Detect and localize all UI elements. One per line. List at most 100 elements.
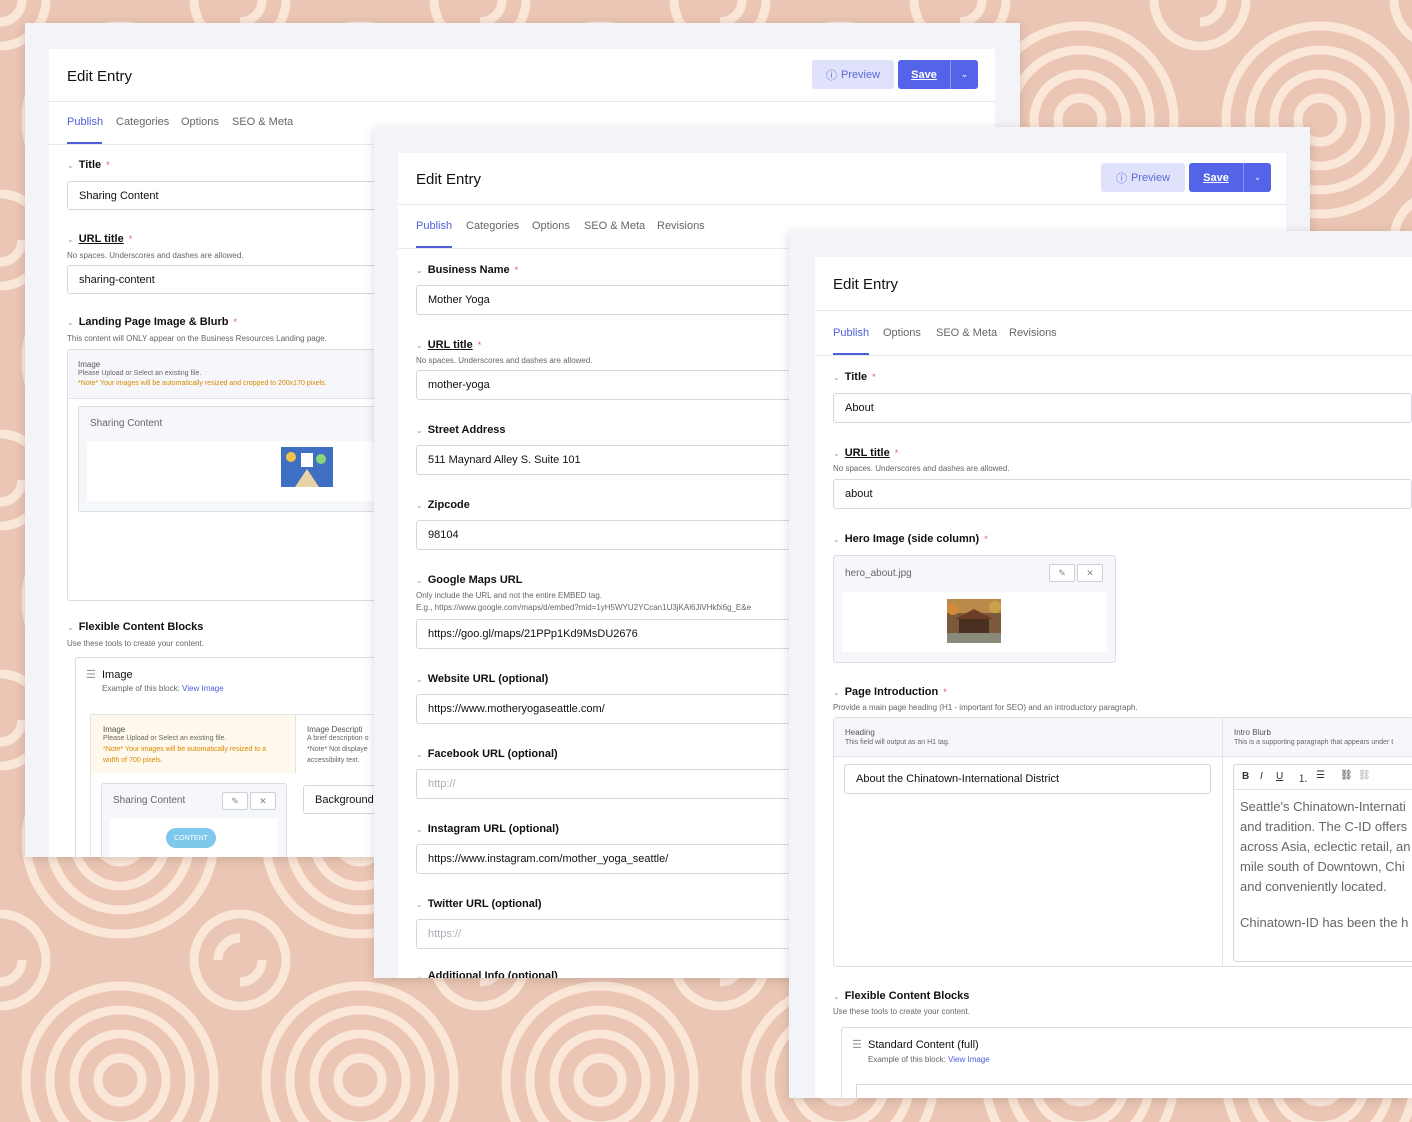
sharing-content-thumbnail	[281, 447, 333, 487]
save-options-dropdown[interactable]: ⌄	[1243, 163, 1271, 192]
tab-seo-meta[interactable]: SEO & Meta	[584, 220, 645, 232]
page-introduction-grid: Heading This field will output as an H1 …	[833, 717, 1412, 967]
bold-icon[interactable]: B	[1242, 771, 1249, 782]
link-icon[interactable]: ⛓	[1340, 770, 1353, 781]
instagram-url-input[interactable]: https://www.instagram.com/mother_yoga_se…	[416, 844, 796, 874]
chevron-down-icon: ⌄	[416, 674, 423, 684]
save-button[interactable]: Save	[898, 60, 950, 89]
heading-input[interactable]: About the Chinatown-International Distri…	[844, 764, 1211, 794]
tab-revisions[interactable]: Revisions	[1009, 327, 1057, 339]
twitter-url-input[interactable]: https://	[416, 919, 796, 949]
page-title: Edit Entry	[67, 68, 133, 85]
tab-options[interactable]: Options	[181, 116, 219, 128]
remove-file-button[interactable]: ✕	[250, 792, 276, 810]
image-col-note: *Note* Your images will be automatically…	[78, 380, 327, 387]
active-tab-indicator	[416, 246, 452, 248]
chevron-down-icon: ⌄	[416, 500, 423, 510]
tab-options[interactable]: Options	[883, 327, 921, 339]
zipcode-label: ⌄ Zipcode	[416, 499, 470, 511]
chevron-down-icon: ⌄	[833, 991, 840, 1001]
entry-header: Edit Entry	[815, 257, 1412, 311]
editor-toolbar: B I U ⒈ ☰ ⛓ ⛓	[1234, 765, 1412, 790]
heading-col-label: Heading	[845, 728, 875, 737]
flexible-content-label: ⌄ Flexible Content Blocks	[67, 621, 204, 633]
landing-image-blurb-label: ⌄ Landing Page Image & Blurb *	[67, 316, 237, 328]
block-title: Standard Content (full)	[868, 1039, 979, 1051]
block-image-label: Image	[103, 725, 126, 734]
intro-blurb-line-5: and conveniently located.	[1240, 879, 1387, 894]
url-title-input[interactable]: mother-yoga	[416, 370, 796, 400]
url-title-input[interactable]: sharing-content	[67, 265, 397, 294]
chevron-down-icon: ⌄	[416, 575, 423, 585]
italic-icon[interactable]: I	[1260, 771, 1263, 782]
google-maps-url-input[interactable]: https://goo.gl/maps/21PPp1Kd9MsDU2676	[416, 619, 796, 649]
tab-publish[interactable]: Publish	[67, 116, 103, 128]
facebook-url-input[interactable]: http://	[416, 769, 796, 799]
street-address-input[interactable]: 511 Maynard Alley S. Suite 101	[416, 445, 796, 475]
flexible-content-help: Use these tools to create your content.	[833, 1007, 970, 1016]
block-file-preview: CONTENT	[110, 818, 278, 857]
standard-content-block: ☰ Standard Content (full) Example of thi…	[841, 1027, 1412, 1098]
chevron-down-icon: ⌄	[67, 622, 74, 632]
tab-seo-meta[interactable]: SEO & Meta	[936, 327, 997, 339]
save-options-dropdown[interactable]: ⌄	[950, 60, 978, 89]
block-title: Image	[102, 669, 133, 681]
ordered-list-icon[interactable]: ⒈	[1298, 770, 1308, 785]
chevron-down-icon: ⌄	[416, 425, 423, 435]
tab-options[interactable]: Options	[532, 220, 570, 232]
business-name-input[interactable]: Mother Yoga	[416, 285, 796, 315]
chevron-down-icon: ⌄	[416, 749, 423, 759]
intro-blurb-col-help: This is a supporting paragraph that appe…	[1234, 739, 1394, 746]
intro-blurb-line-4: mile south of Downtown, Chi	[1240, 859, 1405, 874]
intro-blurb-line-2: and tradition. The C-ID offers	[1240, 819, 1408, 834]
entry-window-about: Edit Entry Publish Options SEO & Meta Re…	[789, 231, 1412, 1098]
tab-seo-meta[interactable]: SEO & Meta	[232, 116, 293, 128]
file-preview	[87, 441, 407, 501]
url-title-label: ⌄ URL title *	[416, 339, 482, 351]
tab-publish[interactable]: Publish	[833, 327, 869, 339]
tab-categories[interactable]: Categories	[466, 220, 519, 232]
preview-button[interactable]: ⓘ Preview	[1101, 163, 1185, 192]
bullet-list-icon[interactable]: ☰	[1316, 770, 1325, 781]
edit-file-button[interactable]: ✎	[1049, 564, 1075, 582]
entry-card: Edit Entry Publish Options SEO & Meta Re…	[815, 257, 1412, 1098]
hero-image-preview	[842, 592, 1107, 652]
remove-file-button[interactable]: ✕	[1077, 564, 1103, 582]
save-button[interactable]: Save	[1189, 163, 1243, 192]
landing-grid: Image Please Upload or Select an existin…	[67, 349, 407, 601]
tab-categories[interactable]: Categories	[116, 116, 169, 128]
page-title: Edit Entry	[833, 276, 899, 293]
active-tab-indicator	[67, 142, 102, 144]
url-title-label: ⌄ URL title *	[67, 233, 133, 245]
title-input[interactable]: About	[833, 393, 1412, 423]
tab-revisions[interactable]: Revisions	[657, 220, 705, 232]
chevron-down-icon: ⌄	[833, 534, 840, 544]
url-title-help: No spaces. Underscores and dashes are al…	[416, 356, 593, 365]
drag-handle-icon[interactable]: ☰	[852, 1038, 862, 1051]
url-title-input[interactable]: about	[833, 479, 1412, 509]
title-input[interactable]: Sharing Content	[67, 181, 397, 210]
chevron-down-icon: ⌄	[833, 448, 840, 458]
drag-handle-icon[interactable]: ☰	[86, 668, 96, 681]
facebook-url-label: ⌄ Facebook URL (optional)	[416, 748, 558, 760]
block-example: Example of this block: View Image	[102, 684, 224, 693]
zipcode-input[interactable]: 98104	[416, 520, 796, 550]
hero-image-label: ⌄ Hero Image (side column) *	[833, 533, 988, 545]
google-maps-url-label: ⌄ Google Maps URL	[416, 574, 523, 586]
view-image-link[interactable]: View Image	[182, 684, 224, 693]
block-image-help: Please Upload or Select an existing file…	[103, 735, 227, 742]
preview-button[interactable]: ⓘ Preview	[812, 60, 894, 89]
intro-blurb-line-1: Seattle's Chinatown-Internati	[1240, 799, 1406, 814]
underline-icon[interactable]: U	[1276, 771, 1283, 782]
unlink-icon[interactable]: ⛓	[1358, 770, 1371, 781]
edit-file-button[interactable]: ✎	[222, 792, 248, 810]
website-url-input[interactable]: https://www.motheryogaseattle.com/	[416, 694, 796, 724]
website-url-label: ⌄ Website URL (optional)	[416, 673, 549, 685]
intro-blurb-line-3: across Asia, eclectic retail, an	[1240, 839, 1411, 854]
block-file-field: Sharing Content ✎ ✕ CONTENT	[101, 783, 287, 857]
tab-publish[interactable]: Publish	[416, 220, 452, 232]
view-image-link[interactable]: View Image	[948, 1055, 990, 1064]
title-field-label: ⌄ Title *	[67, 159, 110, 171]
chevron-down-icon: ⌄	[416, 340, 423, 350]
page-introduction-help: Provide a main page heading (H1 - import…	[833, 703, 1138, 712]
